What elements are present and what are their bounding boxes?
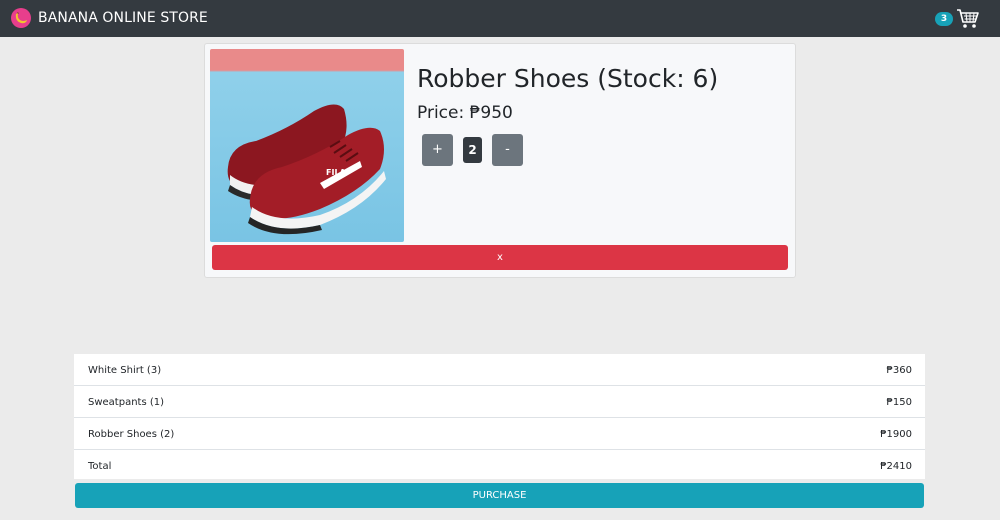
cart-summary: White Shirt (3) ₱360 Sweatpants (1) ₱150… [74,354,925,479]
product-title: Robber Shoes (Stock: 6) [417,64,719,93]
increase-quantity-button[interactable]: + [422,134,453,166]
red-sneakers-image: FILA [210,49,404,242]
shopping-cart-icon[interactable] [956,8,980,30]
banana-icon[interactable] [11,8,31,28]
item-amount: ₱1900 [880,429,912,440]
item-amount: ₱150 [886,397,912,408]
decrease-quantity-button[interactable]: - [492,134,523,166]
quantity-value: 2 [463,137,482,163]
cart-count-badge: 3 [935,12,953,26]
item-name: Sweatpants (1) [88,397,165,408]
summary-row: White Shirt (3) ₱360 [74,354,925,386]
item-amount: ₱360 [886,365,912,376]
total-label: Total [88,461,112,472]
summary-row: Robber Shoes (2) ₱1900 [74,418,925,450]
item-name: White Shirt (3) [88,365,162,376]
item-name: Robber Shoes (2) [88,429,175,440]
summary-row: Sweatpants (1) ₱150 [74,386,925,418]
navbar: BANANA ONLINE STORE 3 [0,0,1000,37]
total-amount: ₱2410 [880,461,912,472]
product-price: Price: ₱950 [417,103,513,123]
remove-item-button[interactable]: x [212,245,788,270]
product-card: FILA Robber Shoes (Stock: 6) Price: ₱950… [204,43,796,278]
total-row: Total ₱2410 [74,450,925,479]
svg-text:FILA: FILA [326,168,347,177]
brand-name[interactable]: BANANA ONLINE STORE [38,9,208,27]
purchase-button[interactable]: PURCHASE [75,483,924,508]
